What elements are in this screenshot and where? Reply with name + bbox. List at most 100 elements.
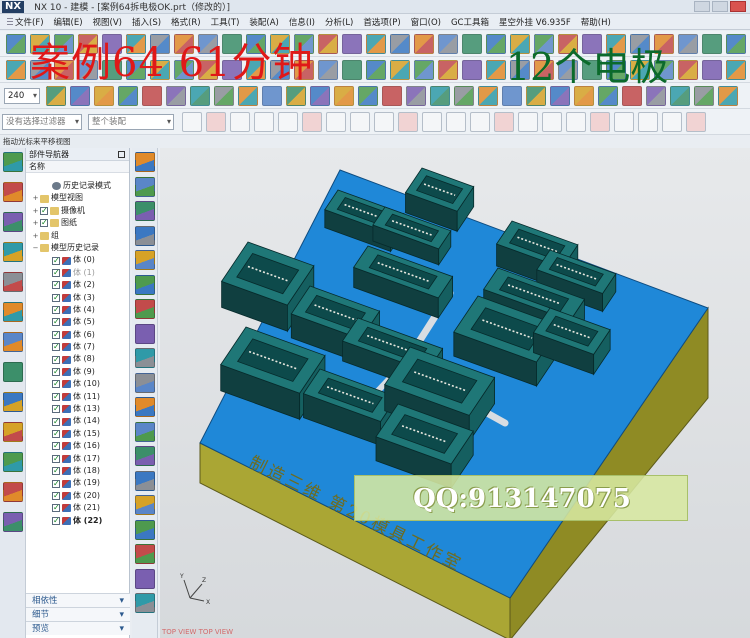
curve-icon[interactable] bbox=[262, 86, 282, 106]
menu-help[interactable]: 帮助(H) bbox=[576, 16, 616, 28]
visibility-checkbox[interactable] bbox=[52, 279, 60, 292]
tree-node[interactable]: 体 (20) bbox=[26, 490, 130, 502]
layer-icon[interactable] bbox=[135, 519, 155, 540]
view-icon[interactable] bbox=[390, 60, 410, 80]
selection-filter-dropdown[interactable]: 没有选择过滤器 ▾ bbox=[2, 114, 82, 130]
visibility-checkbox[interactable] bbox=[52, 453, 60, 465]
tree-node[interactable]: 体 (17) bbox=[26, 453, 130, 465]
select-icon[interactable] bbox=[590, 112, 610, 132]
visibility-checkbox[interactable] bbox=[52, 428, 60, 440]
visibility-checkbox[interactable] bbox=[52, 267, 60, 279]
measure-icon[interactable] bbox=[486, 34, 506, 54]
menu-format[interactable]: 格式(R) bbox=[166, 16, 206, 28]
blend-icon[interactable] bbox=[6, 60, 26, 80]
tree-node[interactable]: 体 (1) bbox=[26, 267, 130, 279]
visibility-checkbox[interactable] bbox=[52, 255, 60, 267]
menu-information[interactable]: 信息(I) bbox=[284, 16, 320, 28]
copy-icon[interactable] bbox=[430, 86, 450, 106]
view-icon[interactable] bbox=[334, 86, 354, 106]
column-header-name[interactable]: 名称 bbox=[26, 161, 129, 173]
section-details[interactable]: 细节 ▾ bbox=[26, 607, 130, 621]
point-icon[interactable] bbox=[238, 86, 258, 106]
shell-icon[interactable] bbox=[3, 302, 23, 322]
layer-dropdown[interactable]: 240 ▾ bbox=[4, 88, 40, 104]
tree-node[interactable]: 体 (13) bbox=[26, 403, 130, 416]
visibility-checkbox[interactable] bbox=[52, 304, 60, 316]
intersect-icon[interactable] bbox=[135, 250, 155, 270]
tree-node[interactable]: 体 (6) bbox=[26, 329, 130, 341]
tree-node[interactable]: 体 (21) bbox=[26, 502, 130, 515]
assembly-scope-dropdown[interactable]: 整个装配 ▾ bbox=[88, 114, 174, 130]
menu-tools[interactable]: 工具(T) bbox=[206, 16, 245, 28]
surface-icon[interactable] bbox=[286, 86, 306, 106]
unite-icon[interactable] bbox=[46, 86, 66, 106]
visibility-checkbox[interactable] bbox=[52, 515, 60, 527]
visibility-checkbox[interactable] bbox=[52, 502, 60, 515]
point-icon[interactable] bbox=[135, 397, 155, 417]
menu-xingkong-plugin[interactable]: 星空外挂 V6.935F bbox=[494, 16, 576, 28]
snap-icon[interactable] bbox=[678, 34, 698, 54]
expand-toggle-icon[interactable]: + bbox=[32, 230, 39, 242]
tree-node[interactable]: 体 (19) bbox=[26, 477, 130, 490]
expand-toggle-icon[interactable]: + bbox=[32, 217, 39, 229]
menu-file[interactable]: 文件(F) bbox=[2, 16, 49, 28]
visibility-checkbox[interactable] bbox=[52, 478, 60, 490]
filter-icon[interactable] bbox=[726, 34, 746, 54]
tree-node[interactable]: 体 (2) bbox=[26, 279, 130, 292]
menu-preferences[interactable]: 首选项(P) bbox=[358, 16, 405, 28]
tree-node[interactable]: 体 (10) bbox=[26, 378, 130, 391]
render-icon[interactable] bbox=[398, 112, 418, 132]
view-icon[interactable] bbox=[135, 495, 155, 515]
visibility-checkbox[interactable] bbox=[52, 292, 60, 304]
visibility-checkbox[interactable] bbox=[52, 490, 60, 502]
tree-node[interactable]: 体 (11) bbox=[26, 391, 130, 403]
tree-node[interactable]: 体 (15) bbox=[26, 428, 130, 440]
blend-icon[interactable] bbox=[3, 242, 23, 262]
visibility-checkbox[interactable] bbox=[52, 366, 60, 378]
visibility-checkbox[interactable] bbox=[52, 391, 60, 403]
maximize-button[interactable] bbox=[712, 1, 728, 12]
copy-icon[interactable] bbox=[135, 593, 155, 613]
tree-node[interactable]: 体 (5) bbox=[26, 316, 130, 329]
tree-node[interactable]: 体 (14) bbox=[26, 415, 130, 428]
layer-icon[interactable] bbox=[358, 86, 378, 106]
grid-icon[interactable] bbox=[702, 34, 722, 54]
pattern-icon[interactable] bbox=[3, 512, 23, 532]
menu-analysis[interactable]: 分析(L) bbox=[320, 16, 358, 28]
curve-icon[interactable] bbox=[278, 112, 298, 132]
datum-axis-icon[interactable] bbox=[390, 34, 410, 54]
boss-icon[interactable] bbox=[694, 86, 714, 106]
tree-node[interactable]: + 图纸 bbox=[26, 217, 130, 229]
measure-icon[interactable] bbox=[135, 470, 155, 491]
datum-plane-icon[interactable] bbox=[366, 34, 386, 54]
measure-icon[interactable] bbox=[366, 60, 386, 80]
offset-icon[interactable] bbox=[135, 274, 155, 295]
tree-node[interactable]: + 模型视图 bbox=[26, 192, 130, 204]
sketch-icon[interactable] bbox=[6, 34, 26, 54]
menu-gc-toolbox[interactable]: GC工具箱 bbox=[446, 16, 494, 28]
curve-icon[interactable] bbox=[318, 60, 338, 80]
revolve-icon[interactable] bbox=[702, 60, 722, 80]
revolve-icon[interactable] bbox=[3, 152, 23, 172]
visibility-checkbox[interactable] bbox=[40, 205, 48, 217]
snap-icon[interactable] bbox=[518, 112, 538, 132]
tree-node[interactable]: − 模型历史记录 bbox=[26, 242, 130, 254]
tree-node[interactable]: 体 (8) bbox=[26, 353, 130, 366]
render-icon[interactable] bbox=[382, 86, 402, 106]
subtract-icon[interactable] bbox=[70, 86, 90, 106]
move-icon[interactable] bbox=[135, 568, 155, 589]
render-icon[interactable] bbox=[135, 544, 155, 564]
datum-axis-icon[interactable] bbox=[135, 372, 155, 393]
tree-node[interactable]: 体 (0) bbox=[26, 254, 130, 267]
layer-icon[interactable] bbox=[414, 60, 434, 80]
maximize-panel-icon[interactable] bbox=[118, 151, 125, 158]
unite-icon[interactable] bbox=[3, 362, 23, 382]
section-preview[interactable]: 预览 ▾ bbox=[26, 621, 130, 635]
filter-icon[interactable] bbox=[566, 112, 586, 132]
surface-icon[interactable] bbox=[342, 60, 362, 80]
mirror-icon[interactable] bbox=[318, 34, 338, 54]
pattern-icon[interactable] bbox=[182, 112, 202, 132]
datum-plane-icon[interactable] bbox=[206, 112, 226, 132]
grid-icon[interactable] bbox=[542, 112, 562, 132]
visibility-checkbox[interactable] bbox=[52, 329, 60, 341]
